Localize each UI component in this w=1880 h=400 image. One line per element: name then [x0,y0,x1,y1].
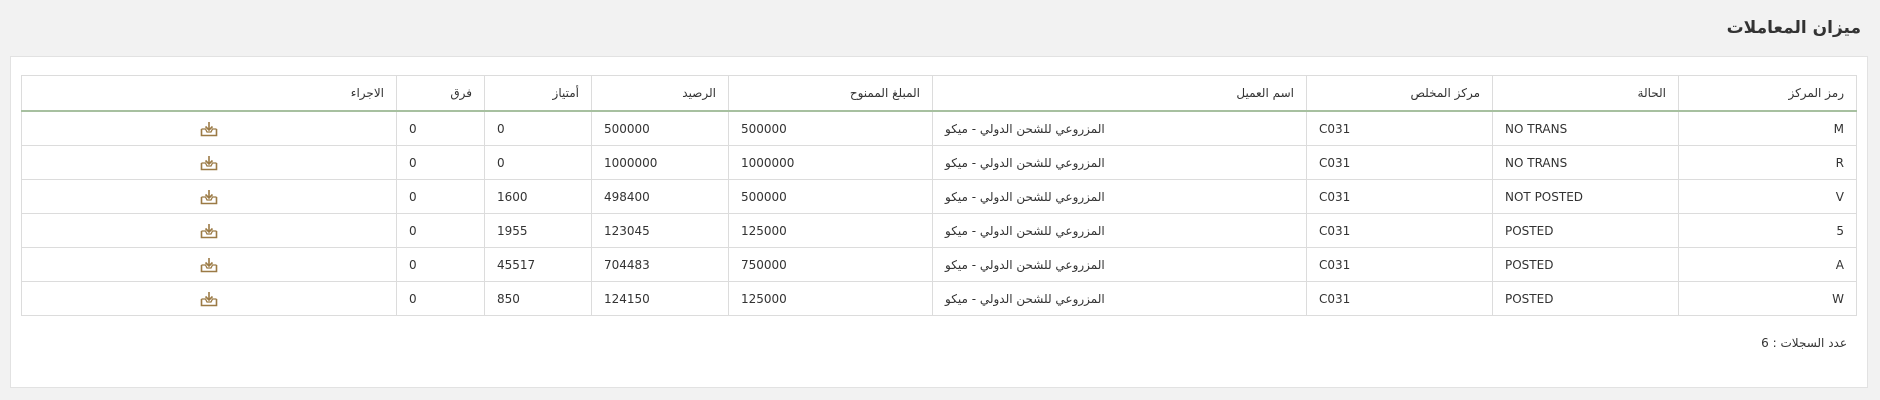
cell-action [21,247,397,282]
cell-client-name: المزروعي للشحن الدولي - ميكو [932,179,1307,214]
cell-status: NOT POSTED [1492,179,1679,214]
cell-action [21,213,397,248]
cell-difference: 0 [396,247,485,282]
cell-difference: 0 [396,145,485,180]
cell-center-code: W [1678,281,1857,316]
cell-status: POSTED [1492,213,1679,248]
col-header-client-name[interactable]: اسم العميل [932,75,1307,112]
col-header-center-code[interactable]: رمز المركز [1678,75,1857,112]
cell-balance: 1000000 [591,145,729,180]
records-count: عدد السجلات : 6 [1761,336,1847,350]
cell-center-code: 5 [1678,213,1857,248]
cell-client-name: المزروعي للشحن الدولي - ميكو [932,247,1307,282]
cell-action [21,110,397,146]
cell-balance: 498400 [591,179,729,214]
download-icon[interactable] [200,223,218,239]
col-header-privilege[interactable]: أمتياز [484,75,592,112]
table-row: R NO TRANS C031 المزروعي للشحن الدولي - … [21,145,1857,180]
col-header-balance[interactable]: الرصيد [591,75,729,112]
cell-broker-center: C031 [1306,281,1493,316]
cell-status: NO TRANS [1492,110,1679,146]
cell-privilege: 0 [484,145,592,180]
cell-center-code: V [1678,179,1857,214]
cell-difference: 0 [396,179,485,214]
cell-difference: 0 [396,110,485,146]
cell-client-name: المزروعي للشحن الدولي - ميكو [932,281,1307,316]
download-icon[interactable] [200,121,218,137]
cell-center-code: M [1678,110,1857,146]
download-icon[interactable] [200,155,218,171]
download-icon[interactable] [200,257,218,273]
cell-granted-amount: 125000 [728,213,933,248]
table-row: A POSTED C031 المزروعي للشحن الدولي - مي… [21,247,1857,282]
cell-privilege: 0 [484,110,592,146]
cell-status: POSTED [1492,247,1679,282]
cell-granted-amount: 500000 [728,179,933,214]
download-icon[interactable] [200,189,218,205]
table-row: W POSTED C031 المزروعي للشحن الدولي - مي… [21,281,1857,316]
cell-center-code: R [1678,145,1857,180]
table-row: M NO TRANS C031 المزروعي للشحن الدولي - … [21,110,1857,146]
cell-broker-center: C031 [1306,145,1493,180]
col-header-action: الاجراء [21,75,397,112]
cell-broker-center: C031 [1306,247,1493,282]
cell-privilege: 1955 [484,213,592,248]
cell-balance: 500000 [591,110,729,146]
cell-privilege: 45517 [484,247,592,282]
cell-granted-amount: 750000 [728,247,933,282]
cell-granted-amount: 1000000 [728,145,933,180]
cell-broker-center: C031 [1306,110,1493,146]
transactions-panel: رمز المركز الحالة مركز المخلص اسم العميل… [10,56,1868,388]
cell-action [21,145,397,180]
cell-balance: 124150 [591,281,729,316]
table-row: V NOT POSTED C031 المزروعي للشحن الدولي … [21,179,1857,214]
cell-status: NO TRANS [1492,145,1679,180]
cell-granted-amount: 125000 [728,281,933,316]
cell-client-name: المزروعي للشحن الدولي - ميكو [932,213,1307,248]
cell-balance: 704483 [591,247,729,282]
cell-privilege: 850 [484,281,592,316]
transactions-table: رمز المركز الحالة مركز المخلص اسم العميل… [21,75,1857,316]
cell-broker-center: C031 [1306,213,1493,248]
col-header-difference[interactable]: فرق [396,75,485,112]
cell-action [21,179,397,214]
cell-privilege: 1600 [484,179,592,214]
cell-difference: 0 [396,281,485,316]
cell-client-name: المزروعي للشحن الدولي - ميكو [932,145,1307,180]
col-header-broker-center[interactable]: مركز المخلص [1306,75,1493,112]
cell-difference: 0 [396,213,485,248]
table-header-row: رمز المركز الحالة مركز المخلص اسم العميل… [21,75,1857,112]
cell-client-name: المزروعي للشحن الدولي - ميكو [932,110,1307,146]
page-title: ميزان المعاملات [1726,18,1861,38]
cell-action [21,281,397,316]
table-row: 5 POSTED C031 المزروعي للشحن الدولي - مي… [21,213,1857,248]
download-icon[interactable] [200,291,218,307]
cell-center-code: A [1678,247,1857,282]
cell-status: POSTED [1492,281,1679,316]
cell-balance: 123045 [591,213,729,248]
col-header-granted-amount[interactable]: المبلغ الممنوح [728,75,933,112]
cell-granted-amount: 500000 [728,110,933,146]
cell-broker-center: C031 [1306,179,1493,214]
col-header-status[interactable]: الحالة [1492,75,1679,112]
